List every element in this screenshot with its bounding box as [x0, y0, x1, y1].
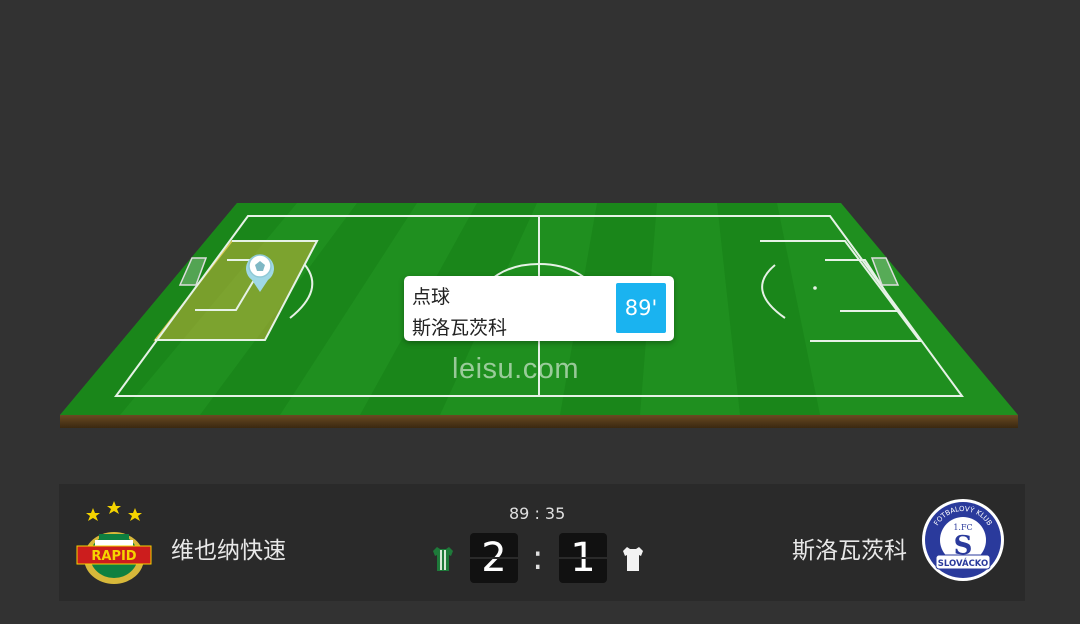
home-team-badge: RAPID	[76, 501, 152, 584]
away-badge-text: SLOVÁCKO	[938, 557, 988, 569]
event-team-label: 斯洛瓦茨科	[412, 317, 508, 339]
event-minute-badge: 89'	[616, 283, 666, 333]
home-team-name: 维也纳快速	[171, 538, 286, 564]
event-type-label: 点球	[412, 286, 451, 308]
scoreboard: RAPID 维也纳快速 89 : 35 2 : 1 斯洛瓦茨科 FOTBALOV…	[59, 484, 1025, 601]
watermark: leisu.com	[452, 353, 579, 385]
match-clock: 89 : 35	[509, 504, 566, 523]
green-jersey-icon	[433, 547, 453, 571]
away-team-name: 斯洛瓦茨科	[792, 538, 907, 564]
home-badge-text: RAPID	[91, 549, 136, 564]
away-team-badge: FOTBALOVÝ KLUB 1.FC S SLOVÁCKO	[922, 499, 1004, 581]
away-score: 1	[559, 533, 607, 583]
event-popup: 点球 斯洛瓦茨科 89'	[404, 276, 674, 341]
white-jersey-icon	[623, 547, 643, 571]
pitch-soil-edge	[60, 415, 1018, 428]
home-score: 2	[470, 533, 518, 583]
score-separator: :	[532, 538, 544, 578]
